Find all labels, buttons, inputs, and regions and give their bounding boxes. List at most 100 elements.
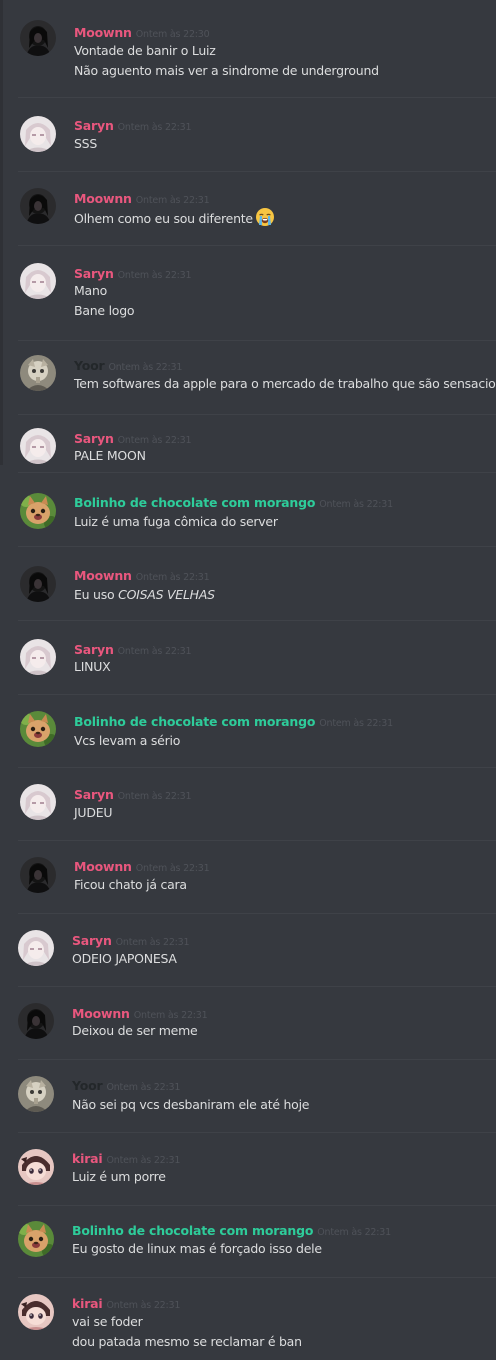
message-line: Tem softwares da apple para o mercado de…: [74, 374, 496, 394]
message-content: Luiz é uma fuga cômica do server: [74, 512, 278, 532]
message-line: PALE MOON: [74, 446, 146, 466]
message-bolinho-de-chocolate-com-morango[interactable]: Bolinho de chocolate com morango Ontem às…: [0, 473, 496, 547]
message-moownn[interactable]: Moownn Ontem às 22:31 Ficou chato já cara: [0, 841, 496, 914]
author-name[interactable]: Moownn: [74, 859, 132, 874]
author-name[interactable]: Saryn: [72, 933, 112, 948]
message-text: JUDEU: [74, 805, 113, 820]
message-saryn[interactable]: Saryn Ontem às 22:31 ODEIO JAPONESA: [0, 914, 496, 987]
author-name[interactable]: Moownn: [72, 1006, 130, 1021]
message-content: JUDEU: [74, 803, 113, 823]
message-timestamp: Ontem às 22:30: [135, 29, 210, 40]
message-saryn[interactable]: Saryn Ontem às 22:31 SSS: [0, 98, 496, 172]
message-text: vai se foder: [72, 1314, 143, 1329]
message-text: SSS: [74, 136, 98, 151]
message-line: Luiz é um porre: [72, 1167, 166, 1187]
avatar-moownn[interactable]: [18, 1003, 54, 1039]
author-name[interactable]: Moownn: [74, 568, 132, 583]
message-content: Tem softwares da apple para o mercado de…: [74, 374, 496, 394]
author-name[interactable]: Saryn: [74, 642, 114, 657]
author-name[interactable]: Saryn: [74, 787, 114, 802]
avatar-moownn[interactable]: [20, 566, 56, 602]
avatar-saryn[interactable]: [20, 639, 56, 675]
author-name[interactable]: kirai: [72, 1296, 103, 1311]
avatar-saryn[interactable]: [20, 263, 56, 299]
message-text: LINUX: [74, 659, 111, 674]
message-line: Vcs levam a sério: [74, 731, 180, 751]
author-name[interactable]: Saryn: [74, 266, 114, 281]
message-text: dou patada mesmo se reclamar é ban: [72, 1334, 302, 1349]
message-timestamp: Ontem às 22:31: [317, 1227, 391, 1238]
message-saryn[interactable]: Saryn Ontem às 22:31 Mano Bane logo: [0, 246, 496, 341]
message-timestamp: Ontem às 22:31: [106, 1300, 181, 1311]
author-name[interactable]: Bolinho de chocolate com morango: [74, 714, 315, 729]
message-timestamp: Ontem às 22:31: [133, 1010, 208, 1021]
message-line: Mano: [74, 281, 134, 301]
avatar-moownn[interactable]: [20, 857, 56, 893]
message-content: Olhem como eu sou diferente: [74, 207, 275, 229]
message-text: Eu uso: [74, 587, 119, 602]
author-name[interactable]: Yoor: [72, 1078, 103, 1093]
message-bolinho-de-chocolate-com-morango[interactable]: Bolinho de chocolate com morango Ontem às…: [0, 695, 496, 768]
avatar-bolinho-de-chocolate-com-morango[interactable]: [20, 711, 56, 747]
author-name[interactable]: Moownn: [74, 191, 132, 206]
message-line: Olhem como eu sou diferente: [74, 207, 275, 229]
message-content: Eu gosto de linux mas é forçado isso del…: [72, 1239, 322, 1259]
avatar-yoor[interactable]: [20, 355, 56, 391]
loudly-crying-face-emoji: [255, 208, 274, 226]
avatar-bolinho-de-chocolate-com-morango[interactable]: [20, 493, 56, 529]
message-kirai[interactable]: kirai Ontem às 22:31 vai se foder dou patad…: [0, 1278, 496, 1360]
avatar-saryn[interactable]: [20, 116, 56, 152]
message-bolinho-de-chocolate-com-morango[interactable]: Bolinho de chocolate com morango Ontem às…: [0, 1206, 496, 1278]
chat-messages-panel[interactable]: Moownn Ontem às 22:30 Vontade de banir o L…: [0, 0, 496, 1360]
message-timestamp: Ontem às 22:31: [108, 362, 183, 373]
message-kirai[interactable]: kirai Ontem às 22:31 Luiz é um porre: [0, 1133, 496, 1206]
avatar-yoor[interactable]: [18, 1076, 54, 1112]
author-name[interactable]: Saryn: [74, 118, 114, 133]
avatar-saryn[interactable]: [18, 930, 54, 966]
message-saryn[interactable]: Saryn Ontem às 22:31 JUDEU: [0, 768, 496, 841]
message-timestamp: Ontem às 22:31: [319, 718, 393, 729]
message-moownn[interactable]: Moownn Ontem às 22:31 Deixou de ser meme: [0, 987, 496, 1060]
message-line: Bane logo: [74, 301, 135, 321]
message-text: Vontade de banir o Luiz: [74, 43, 216, 58]
message-text: Eu gosto de linux mas é forçado isso del…: [72, 1241, 322, 1256]
message-moownn[interactable]: Moownn Ontem às 22:31 Eu uso COISAS VELHAS: [0, 547, 496, 621]
message-timestamp: Ontem às 22:31: [319, 499, 393, 510]
avatar-moownn[interactable]: [20, 20, 56, 56]
message-saryn[interactable]: Saryn Ontem às 22:31 LINUX: [0, 621, 496, 695]
author-name[interactable]: kirai: [72, 1151, 103, 1166]
italic-text: COISAS VELHAS: [118, 587, 215, 602]
message-text: Bane logo: [74, 303, 135, 318]
author-name[interactable]: Saryn: [74, 431, 114, 446]
message-text: ODEIO JAPONESA: [72, 951, 177, 966]
message-content: Eu uso COISAS VELHAS: [74, 585, 215, 605]
message-timestamp: Ontem às 22:31: [106, 1155, 181, 1166]
message-text: Olhem como eu sou diferente: [74, 211, 253, 226]
message-text: Luiz é uma fuga cômica do server: [74, 514, 278, 529]
message-line: Eu uso COISAS VELHAS: [74, 585, 215, 605]
avatar-moownn[interactable]: [20, 188, 56, 224]
message-content: Vcs levam a sério: [74, 731, 180, 751]
message-timestamp: Ontem às 22:31: [135, 195, 210, 206]
avatar-bolinho-de-chocolate-com-morango[interactable]: [18, 1221, 54, 1257]
message-line: vai se foder: [72, 1312, 302, 1332]
avatar-kirai[interactable]: [18, 1294, 54, 1330]
message-moownn[interactable]: Moownn Ontem às 22:31 Olhem como eu sou di…: [0, 172, 496, 246]
message-moownn[interactable]: Moownn Ontem às 22:30 Vontade de banir o L…: [0, 0, 496, 98]
author-name[interactable]: Yoor: [74, 358, 105, 373]
message-content: Luiz é um porre: [72, 1167, 166, 1187]
message-timestamp: Ontem às 22:31: [117, 270, 192, 281]
avatar-saryn[interactable]: [20, 784, 56, 820]
message-saryn[interactable]: Saryn Ontem às 22:31 PALE MOON: [0, 415, 496, 473]
message-yoor[interactable]: Yoor Ontem às 22:31 Tem softwares da apple…: [0, 341, 496, 415]
message-line: Não sei pq vcs desbaniram ele até hoje: [72, 1095, 310, 1115]
author-name[interactable]: Bolinho de chocolate com morango: [74, 495, 315, 510]
author-name[interactable]: Bolinho de chocolate com morango: [72, 1223, 313, 1238]
author-name[interactable]: Moownn: [74, 25, 132, 40]
message-content: Deixou de ser meme: [72, 1021, 198, 1041]
avatar-saryn[interactable]: [20, 428, 56, 464]
avatar-kirai[interactable]: [18, 1149, 54, 1185]
message-header: Bolinho de chocolate com morango Ontem às…: [74, 494, 393, 513]
message-line: Luiz é uma fuga cômica do server: [74, 512, 278, 532]
message-yoor[interactable]: Yoor Ontem às 22:31 Não sei pq vcs desbani…: [0, 1060, 496, 1133]
